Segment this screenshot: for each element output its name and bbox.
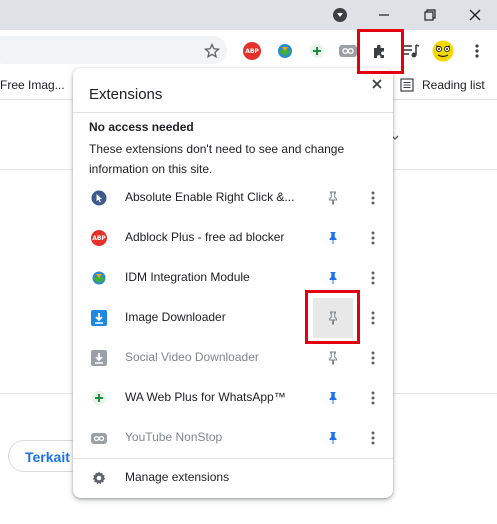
pin-icon[interactable] <box>325 270 341 286</box>
extension-name: WA Web Plus for WhatsApp™ <box>125 390 286 404</box>
gear-icon <box>91 470 107 486</box>
more-options-icon[interactable] <box>365 270 381 286</box>
extension-row[interactable]: ABP Adblock Plus - free ad blocker <box>73 218 393 258</box>
highlight-extensions-button <box>357 29 404 74</box>
idm-icon <box>91 270 107 286</box>
pin-icon[interactable] <box>325 230 341 246</box>
reading-list-icon[interactable] <box>400 78 414 92</box>
extension-name: YouTube NonStop <box>125 430 223 444</box>
extension-row[interactable]: Social Video Downloader <box>73 338 393 378</box>
infinity-toolbar-icon[interactable] <box>337 40 359 62</box>
manage-extensions-button[interactable]: Manage extensions <box>73 458 393 498</box>
close-icon[interactable] <box>367 74 387 94</box>
more-options-icon[interactable] <box>365 390 381 406</box>
more-options-icon[interactable] <box>365 230 381 246</box>
extension-row[interactable]: WA Web Plus for WhatsApp™ <box>73 378 393 418</box>
infinity-icon <box>91 430 107 446</box>
more-options-icon[interactable] <box>365 310 381 326</box>
extension-row[interactable]: YouTube NonStop <box>73 418 393 458</box>
plus-icon <box>91 390 107 406</box>
section-description: These extensions don't need to see and c… <box>89 142 345 176</box>
plus-toolbar-icon[interactable] <box>306 40 328 62</box>
bookmark-star-icon[interactable] <box>201 40 223 62</box>
window-titlebar <box>0 0 497 30</box>
abp-toolbar-icon[interactable]: ABP <box>241 40 263 62</box>
more-options-icon[interactable] <box>365 430 381 446</box>
avatar[interactable] <box>432 40 454 62</box>
reading-list-label[interactable]: Reading list <box>422 78 485 92</box>
download-icon <box>91 310 107 326</box>
idm-toolbar-icon[interactable] <box>274 40 296 62</box>
pin-icon[interactable] <box>325 350 341 366</box>
extension-name: Adblock Plus - free ad blocker <box>125 230 285 244</box>
highlight-pin-button <box>305 290 360 344</box>
section-title: No access needed <box>89 120 194 134</box>
download-gray-icon <box>91 350 107 366</box>
pin-icon[interactable] <box>325 190 341 206</box>
extension-name: Social Video Downloader <box>125 350 259 364</box>
restore-icon[interactable] <box>410 0 450 30</box>
divider <box>73 112 393 113</box>
extension-name: IDM Integration Module <box>125 270 250 284</box>
pin-icon[interactable] <box>325 390 341 406</box>
pin-icon[interactable] <box>325 430 341 446</box>
extensions-popup: Extensions No access needed These extens… <box>73 68 393 498</box>
profile-icon[interactable] <box>320 0 360 30</box>
extension-name: Image Downloader <box>125 310 226 324</box>
minimize-icon[interactable] <box>364 0 404 30</box>
manage-extensions-label: Manage extensions <box>125 470 230 484</box>
more-options-icon[interactable] <box>365 190 381 206</box>
extension-name: Absolute Enable Right Click &... <box>125 190 295 204</box>
close-window-icon[interactable] <box>455 0 495 30</box>
cursor-icon <box>91 190 107 206</box>
more-options-icon[interactable] <box>365 350 381 366</box>
bookmark-item[interactable]: Free Imag... <box>0 78 65 92</box>
extension-row[interactable]: Absolute Enable Right Click &... <box>73 178 393 218</box>
chrome-menu-icon[interactable] <box>466 40 488 62</box>
address-bar[interactable] <box>0 36 227 64</box>
popup-title: Extensions <box>89 86 163 103</box>
abp-icon: ABP <box>91 230 107 246</box>
